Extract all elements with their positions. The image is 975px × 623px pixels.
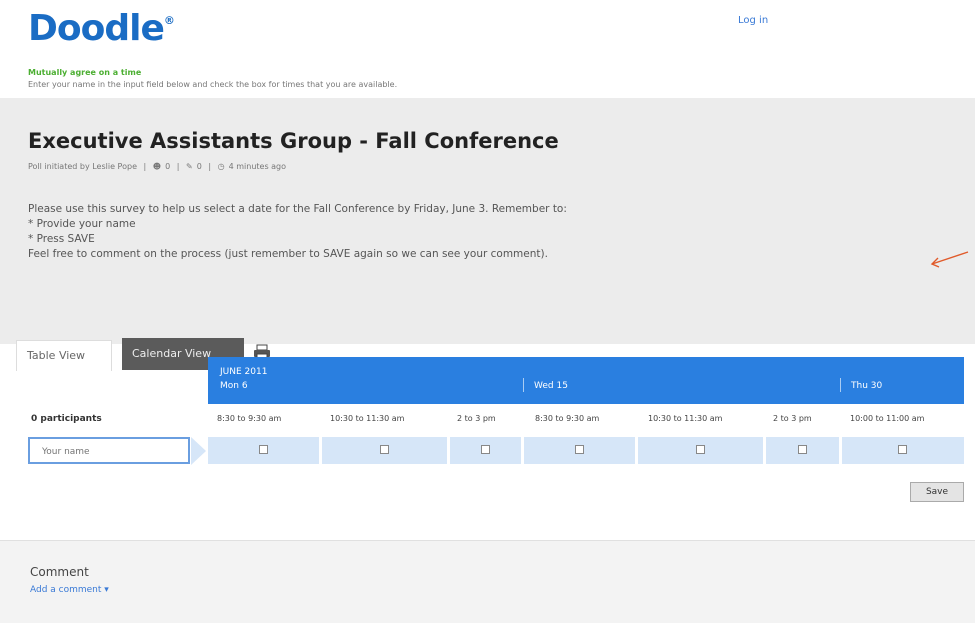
description-line: * Press SAVE bbox=[28, 233, 95, 245]
initiated-by: Poll initiated by Leslie Pope bbox=[28, 162, 137, 171]
day-separator bbox=[523, 378, 524, 392]
participants-label: 0 participants bbox=[31, 414, 102, 424]
time-slot-label: 10:00 to 11:00 am bbox=[850, 414, 925, 423]
day-label: Wed 15 bbox=[534, 381, 568, 391]
description-line: Please use this survey to help us select… bbox=[28, 203, 567, 215]
description-line: * Provide your name bbox=[28, 218, 136, 230]
availability-cell bbox=[450, 437, 521, 464]
comments-count: 0 bbox=[196, 162, 202, 171]
add-comment-link[interactable]: Add a comment ▾ bbox=[30, 585, 109, 595]
clock-icon: ◷ bbox=[217, 162, 225, 171]
login-link[interactable]: Log in bbox=[738, 15, 768, 26]
availability-cell bbox=[766, 437, 839, 464]
name-input-wrapper bbox=[28, 437, 190, 464]
tagline: Mutually agree on a time bbox=[28, 68, 142, 77]
availability-cell bbox=[524, 437, 635, 464]
day-label: Thu 30 bbox=[851, 381, 883, 391]
participants-count: 0 bbox=[165, 162, 171, 171]
availability-checkbox[interactable] bbox=[259, 445, 268, 454]
annotation-arrow-icon bbox=[930, 251, 969, 268]
availability-cell bbox=[322, 437, 447, 464]
poll-title: Executive Assistants Group - Fall Confer… bbox=[28, 129, 559, 153]
poll-description: Please use this survey to help us select… bbox=[28, 202, 868, 262]
time-slot-label: 2 to 3 pm bbox=[773, 414, 812, 423]
time-slot-label: 2 to 3 pm bbox=[457, 414, 496, 423]
day-label: Mon 6 bbox=[220, 381, 248, 391]
availability-checkbox[interactable] bbox=[481, 445, 490, 454]
availability-cell bbox=[638, 437, 763, 464]
time-slot-label: 10:30 to 11:30 am bbox=[330, 414, 405, 423]
availability-checkbox[interactable] bbox=[696, 445, 705, 454]
person-icon: ☻ bbox=[152, 162, 162, 171]
availability-checkbox[interactable] bbox=[380, 445, 389, 454]
doodle-logo[interactable]: Doodle® bbox=[28, 8, 175, 49]
poll-meta: Poll initiated by Leslie Pope | ☻ 0 | ✎ 0 … bbox=[28, 162, 287, 171]
subtagline: Enter your name in the input field below… bbox=[28, 80, 398, 89]
availability-cell bbox=[842, 437, 964, 464]
save-button[interactable]: Save bbox=[910, 482, 964, 502]
input-pointer bbox=[191, 437, 206, 465]
availability-cell bbox=[208, 437, 319, 464]
time-slot-label: 8:30 to 9:30 am bbox=[217, 414, 282, 423]
comment-icon: ✎ bbox=[186, 162, 193, 171]
comment-title: Comment bbox=[30, 565, 89, 579]
availability-checkbox[interactable] bbox=[798, 445, 807, 454]
availability-checkbox[interactable] bbox=[898, 445, 907, 454]
day-separator bbox=[840, 378, 841, 392]
time-ago: 4 minutes ago bbox=[228, 162, 287, 171]
month-label: JUNE 2011 bbox=[220, 367, 268, 377]
time-slot-label: 10:30 to 11:30 am bbox=[648, 414, 723, 423]
comment-panel bbox=[0, 540, 975, 623]
description-line: Feel free to comment on the process (jus… bbox=[28, 248, 548, 260]
availability-checkbox[interactable] bbox=[575, 445, 584, 454]
caret-down-icon: ▾ bbox=[104, 585, 109, 595]
name-input[interactable] bbox=[30, 440, 188, 464]
grid-date-header: JUNE 2011 Mon 6 Wed 15 Thu 30 bbox=[208, 357, 964, 404]
tab-table-view[interactable]: Table View bbox=[16, 340, 112, 371]
time-slot-label: 8:30 to 9:30 am bbox=[535, 414, 600, 423]
